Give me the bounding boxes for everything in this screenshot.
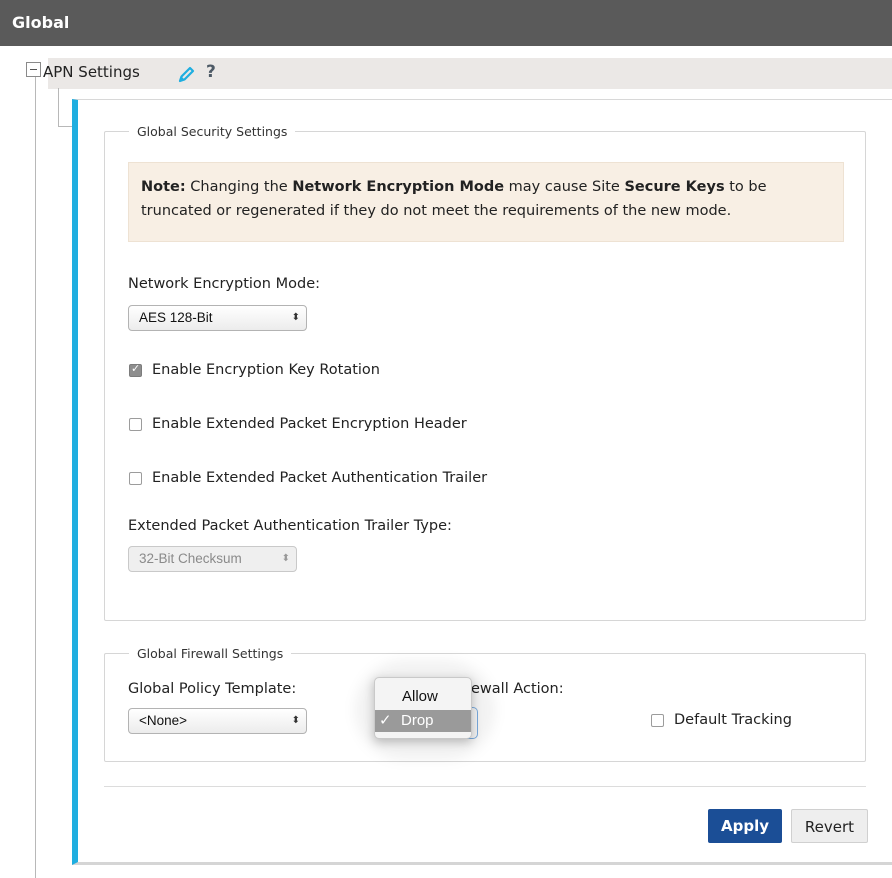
trailer-type-select: 32-Bit Checksum ⬍ (128, 546, 297, 572)
updown-arrows-icon: ⬍ (291, 715, 300, 726)
note-text: Changing the (185, 179, 293, 195)
trailer-type-value: 32-Bit Checksum (139, 551, 242, 566)
trailer-type-label: Extended Packet Authentication Trailer T… (128, 518, 452, 534)
note-text: may cause Site (504, 179, 625, 195)
firewall-settings-legend: Global Firewall Settings (129, 646, 292, 661)
revert-button[interactable]: Revert (791, 809, 868, 843)
tree-line (35, 76, 36, 878)
divider (104, 786, 866, 787)
default-tracking-label: Default Tracking (674, 712, 792, 728)
option-label: Drop (401, 712, 434, 729)
apn-settings-row[interactable] (48, 58, 892, 89)
apply-button[interactable]: Apply (708, 809, 782, 843)
security-settings-legend: Global Security Settings (129, 124, 296, 139)
note-bold: Network Encryption Mode (292, 179, 505, 195)
key-rotation-label: Enable Encryption Key Rotation (152, 362, 380, 378)
key-rotation-checkbox-row[interactable]: Enable Encryption Key Rotation (129, 362, 380, 378)
default-tracking-checkbox[interactable] (651, 713, 664, 727)
key-rotation-checkbox[interactable] (129, 362, 142, 377)
collapse-toggle-icon[interactable] (26, 62, 41, 77)
note-prefix: Note: (141, 179, 186, 195)
encryption-mode-label: Network Encryption Mode: (128, 276, 320, 292)
header-title: Global (12, 13, 70, 32)
policy-template-value: <None> (139, 713, 188, 728)
page-header: Global (0, 0, 892, 46)
encryption-header-checkbox-row[interactable]: Enable Extended Packet Encryption Header (129, 416, 467, 432)
default-tracking-checkbox-row[interactable]: Default Tracking (651, 712, 792, 728)
question-icon[interactable]: ? (206, 62, 216, 82)
auth-trailer-label: Enable Extended Packet Authentication Tr… (152, 470, 488, 486)
auth-trailer-checkbox-row[interactable]: Enable Extended Packet Authentication Tr… (129, 470, 487, 486)
encryption-header-label: Enable Extended Packet Encryption Header (152, 416, 467, 432)
updown-arrows-icon: ⬍ (281, 553, 290, 564)
note-bold: Secure Keys (624, 179, 725, 195)
option-label: Allow (402, 688, 438, 705)
dropdown-option-allow[interactable]: Allow (375, 685, 471, 709)
auth-trailer-checkbox[interactable] (129, 471, 142, 485)
apn-settings-label[interactable]: APN Settings (43, 63, 140, 81)
policy-template-label: Global Policy Template: (128, 681, 297, 697)
encryption-mode-select[interactable]: AES 128-Bit ⬍ (128, 305, 307, 331)
firewall-action-dropdown[interactable]: Allow ✓ Drop (374, 677, 472, 739)
updown-arrows-icon: ⬍ (291, 312, 300, 323)
pencil-icon[interactable] (177, 64, 197, 88)
check-icon: ✓ (379, 712, 392, 729)
encryption-header-checkbox[interactable] (129, 417, 142, 431)
tree-line-branch (58, 88, 59, 126)
encryption-note: Note: Changing the Network Encryption Mo… (128, 162, 844, 242)
policy-template-select[interactable]: <None> ⬍ (128, 708, 307, 734)
encryption-mode-value: AES 128-Bit (139, 310, 213, 325)
dropdown-option-drop[interactable]: ✓ Drop (375, 710, 471, 732)
